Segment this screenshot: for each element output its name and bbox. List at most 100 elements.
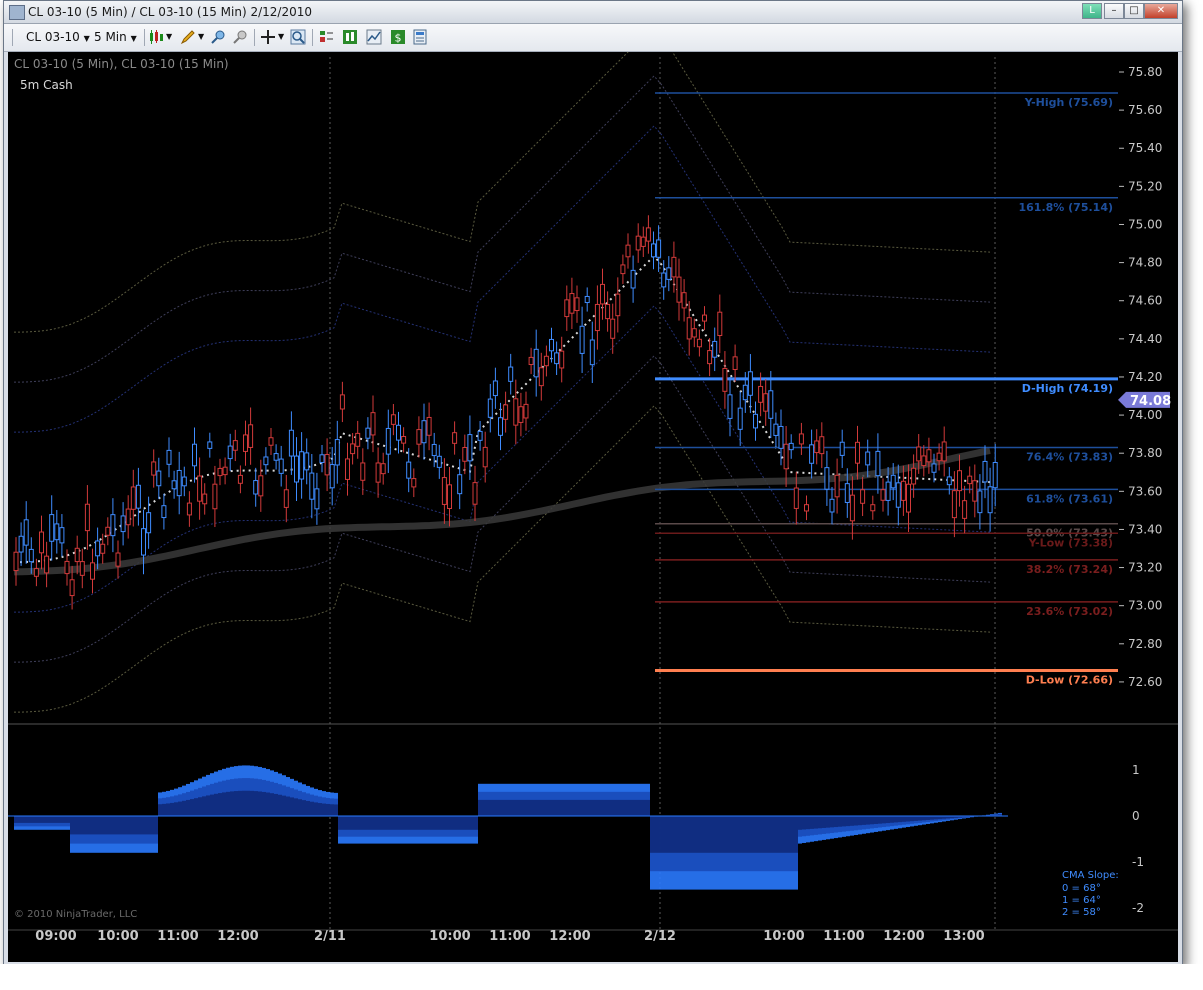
histogram-bar	[714, 816, 718, 853]
histogram-bar	[402, 816, 406, 830]
histogram-bar	[650, 816, 654, 853]
toolbar-separator	[254, 29, 255, 46]
crosshair-icon[interactable]	[260, 29, 276, 45]
dollar-icon[interactable]: $	[390, 29, 406, 45]
candle-body	[135, 484, 141, 509]
current-price-label: 74.08	[1130, 394, 1171, 409]
histogram-bar	[590, 799, 594, 816]
time-axis-label: 2/11	[314, 929, 346, 944]
candle-body	[100, 543, 106, 554]
histogram-bar	[526, 799, 530, 816]
candle-body	[773, 423, 779, 436]
candle-body	[880, 489, 886, 501]
svg-text:$: $	[395, 32, 402, 45]
candle-body	[727, 394, 733, 419]
candle-body	[554, 352, 560, 365]
candle-body	[299, 451, 305, 480]
histogram-bar	[666, 816, 670, 853]
price-axis-label: 73.80	[1128, 446, 1162, 460]
candle-body	[717, 311, 723, 336]
histogram-bar	[410, 816, 414, 830]
candle-body	[125, 508, 131, 526]
chevron-down-icon[interactable]: ▼	[198, 28, 204, 46]
chevron-down-icon[interactable]: ▼	[278, 28, 284, 46]
level-label: 76.4% (73.83)	[1026, 450, 1113, 463]
candle-body	[620, 264, 626, 275]
candle-body	[543, 355, 549, 367]
candle-body	[921, 455, 927, 467]
histogram-bar	[694, 816, 698, 853]
period-selector[interactable]: 5 Min ▼	[94, 28, 137, 46]
candle-body	[753, 413, 758, 429]
candle-body	[457, 474, 463, 495]
histogram-bar	[466, 816, 470, 830]
link-button[interactable]: L	[1082, 3, 1102, 19]
histogram-bar	[770, 816, 774, 853]
instrument-selector[interactable]: CL 03-10 ▼	[26, 28, 90, 46]
price-chart-canvas[interactable]: 75.80 75.60 75.40 75.20 75.00 74.80 74.60 74.40…	[8, 52, 1178, 962]
candle-body	[559, 350, 565, 369]
candle-body	[946, 476, 952, 486]
histogram-bar	[258, 791, 262, 816]
maximize-button[interactable]: □	[1124, 3, 1144, 19]
histogram-bar	[122, 816, 126, 835]
zoom-in-icon[interactable]	[210, 29, 226, 45]
candle-body	[513, 398, 519, 426]
candlestick-style-icon[interactable]	[148, 29, 164, 45]
title-bar[interactable]: CL 03-10 (5 Min) / CL 03-10 (15 Min) 2/1…	[4, 1, 1182, 24]
histogram-bar	[922, 816, 926, 821]
histogram-bar	[490, 799, 494, 816]
price-chart-panel[interactable]: 75.80 75.60 75.40 75.20 75.00 74.80 74.60 74.40…	[8, 52, 1178, 962]
histogram-bar	[862, 816, 866, 825]
candle-body	[146, 512, 152, 534]
time-axis-label: 12:00	[549, 929, 590, 944]
histogram-bar	[638, 799, 642, 816]
level-label: Y-High (75.69)	[1024, 96, 1113, 109]
candle-body	[778, 425, 784, 449]
candle-body	[253, 480, 259, 495]
candle-body	[610, 318, 616, 339]
candle-body	[600, 283, 605, 305]
histogram-bar	[634, 799, 638, 816]
candle-body	[248, 424, 254, 448]
histogram-bar	[602, 799, 606, 816]
histogram-bar	[194, 798, 198, 816]
candle-body	[926, 449, 932, 463]
histogram-bar	[398, 816, 402, 830]
histogram-bar	[338, 816, 342, 830]
candle-body	[161, 505, 167, 519]
close-button[interactable]: ✕	[1144, 3, 1178, 19]
histogram-bar	[842, 816, 846, 827]
histogram-bar	[58, 816, 62, 823]
chevron-down-icon[interactable]: ▼	[166, 28, 172, 46]
candle-body	[385, 427, 391, 455]
candle-body	[232, 440, 238, 451]
candle-body	[171, 480, 177, 490]
price-axis-label: 75.40	[1128, 141, 1162, 155]
histogram-bar	[146, 816, 150, 835]
candle-body	[90, 562, 95, 580]
histogram-bar	[110, 816, 114, 835]
histogram-bar	[346, 816, 350, 830]
data-box-icon[interactable]	[318, 29, 334, 45]
histogram-bar	[594, 799, 598, 816]
pin-icon[interactable]	[232, 29, 248, 45]
candle-body	[824, 467, 830, 490]
histogram-bar	[778, 816, 782, 853]
chart-header: CL 03-10 (5 Min), CL 03-10 (15 Min)	[14, 57, 229, 71]
pencil-draw-icon[interactable]	[180, 29, 196, 45]
histogram-bar	[870, 816, 874, 825]
histogram-bar	[218, 793, 222, 816]
histogram-bar	[54, 816, 58, 823]
candle-body	[895, 482, 901, 508]
chart-trader-icon[interactable]	[342, 29, 358, 45]
candle-body	[584, 295, 590, 304]
candle-body	[319, 454, 325, 463]
toolbar-separator	[144, 29, 145, 46]
properties-icon[interactable]	[412, 29, 428, 45]
strategy-icon[interactable]	[366, 29, 382, 45]
histogram-bar	[682, 816, 686, 853]
magnifier-icon[interactable]	[290, 29, 306, 45]
candle-body	[39, 531, 44, 554]
minimize-button[interactable]: –	[1104, 3, 1124, 19]
